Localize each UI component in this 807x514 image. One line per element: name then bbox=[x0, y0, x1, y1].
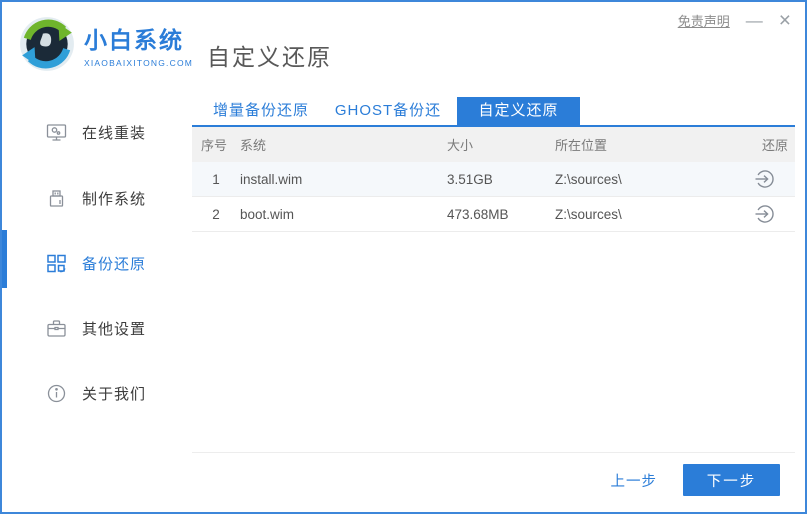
col-header-index: 序号 bbox=[201, 138, 228, 153]
cell-system: boot.wim bbox=[240, 206, 295, 222]
sidebar-item-label: 其他设置 bbox=[82, 320, 147, 338]
sidebar-item-make-system[interactable]: 制作系统 bbox=[2, 178, 187, 218]
table-row[interactable]: 2 boot.wim 473.68MB Z:\sources\ bbox=[192, 197, 795, 232]
sidebar-item-online-reinstall[interactable]: 在线重装 bbox=[2, 112, 187, 152]
cell-size: 3.51GB bbox=[447, 171, 493, 187]
next-button[interactable]: 下一步 bbox=[683, 464, 780, 496]
sidebar-item-backup-restore[interactable]: 备份还原 bbox=[2, 243, 187, 283]
cell-location: Z:\sources\ bbox=[555, 171, 622, 187]
tab-custom-restore[interactable]: 自定义还原 bbox=[457, 97, 580, 125]
sidebar-item-other-settings[interactable]: 其他设置 bbox=[2, 308, 187, 348]
restore-icon[interactable] bbox=[754, 203, 776, 225]
footer: 上一步 下一步 bbox=[611, 464, 780, 496]
cell-location: Z:\sources\ bbox=[555, 206, 622, 222]
cell-index: 2 bbox=[212, 206, 220, 222]
page-title: 自定义还原 bbox=[207, 44, 332, 70]
sidebar: 在线重装 制作系统 备份还原 其他设置 关于我们 bbox=[2, 92, 187, 512]
footer-divider bbox=[192, 452, 795, 453]
tab-incremental-backup-restore[interactable]: 增量备份还原 bbox=[213, 97, 309, 125]
backup-grid-icon bbox=[46, 253, 67, 274]
sidebar-item-label: 制作系统 bbox=[82, 190, 147, 208]
cell-system: install.wim bbox=[240, 171, 303, 187]
cell-index: 1 bbox=[212, 171, 220, 187]
sidebar-item-label: 备份还原 bbox=[82, 255, 147, 273]
app-window: 小白系统 XIAOBAIXITONG.COM 自定义还原 免责声明 — × 在线… bbox=[0, 0, 807, 514]
disclaimer-link[interactable]: 免责声明 bbox=[678, 11, 730, 30]
sidebar-item-about-us[interactable]: 关于我们 bbox=[2, 373, 187, 413]
app-logo: 小白系统 XIAOBAIXITONG.COM bbox=[18, 15, 193, 73]
briefcase-icon bbox=[46, 318, 67, 339]
table-header-row: 序号 系统 大小 所在位置 还原 bbox=[192, 127, 795, 162]
sidebar-item-label: 在线重装 bbox=[82, 124, 147, 142]
restore-table: 序号 系统 大小 所在位置 还原 1 install.wim 3.51GB Z:… bbox=[192, 127, 795, 232]
info-circle-icon bbox=[46, 383, 67, 404]
tab-ghost-backup-restore[interactable]: GHOST备份还原 bbox=[329, 97, 447, 147]
restore-icon[interactable] bbox=[754, 168, 776, 190]
monitor-icon bbox=[46, 122, 67, 143]
usb-drive-icon bbox=[46, 188, 67, 209]
col-header-system: 系统 bbox=[240, 138, 267, 153]
sync-swirl-logo-icon bbox=[20, 17, 74, 71]
close-icon[interactable]: × bbox=[779, 10, 791, 31]
minimize-icon[interactable]: — bbox=[746, 12, 763, 29]
cell-size: 473.68MB bbox=[447, 206, 509, 222]
sidebar-item-label: 关于我们 bbox=[82, 385, 147, 403]
brand-name: 小白系统 bbox=[84, 26, 184, 53]
table-row[interactable]: 1 install.wim 3.51GB Z:\sources\ bbox=[192, 162, 795, 197]
col-header-restore: 还原 bbox=[761, 138, 788, 153]
col-header-size: 大小 bbox=[447, 138, 474, 153]
back-button[interactable]: 上一步 bbox=[611, 470, 658, 491]
col-header-location: 所在位置 bbox=[555, 138, 608, 153]
window-controls: 免责声明 — × bbox=[678, 10, 791, 31]
brand-domain: XIAOBAIXITONG.COM bbox=[84, 57, 194, 68]
